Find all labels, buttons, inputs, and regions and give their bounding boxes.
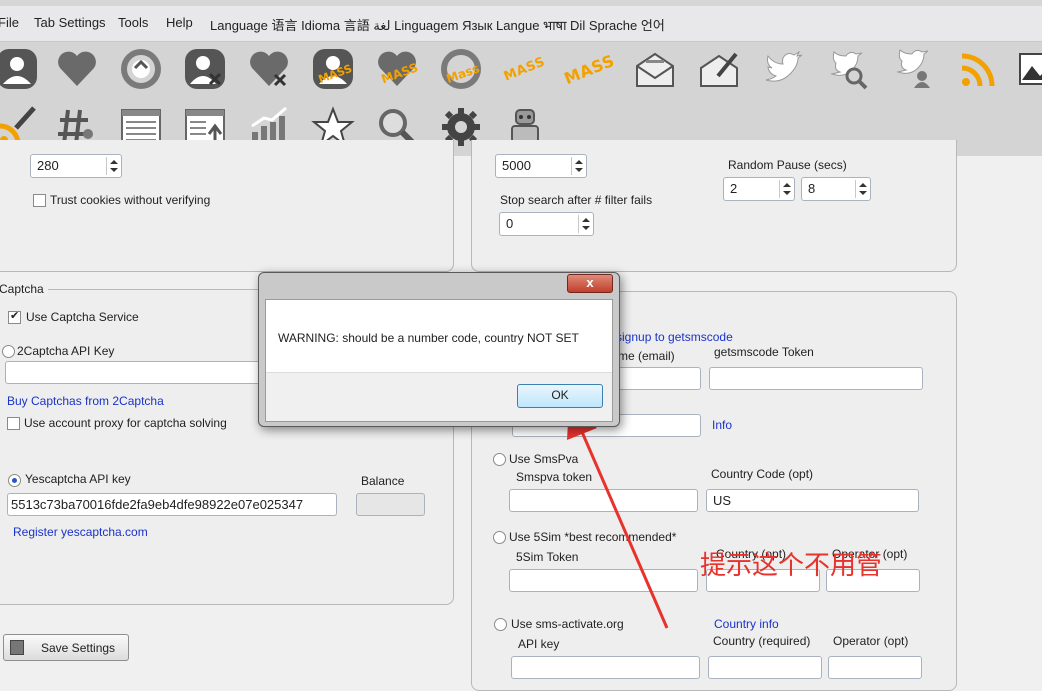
trust-cookies-label: Trust cookies without verifying (50, 193, 211, 207)
warning-dialog: x WARNING: should be a number code, coun… (258, 272, 620, 427)
use-captcha-service-checkbox[interactable] (8, 309, 21, 324)
captcha-group-label: Captcha (0, 282, 48, 296)
spin-arrows-icon[interactable] (106, 157, 119, 175)
twocaptcha-radio[interactable] (2, 345, 15, 358)
smsactivate-label: Use sms-activate.org (511, 617, 624, 631)
user-remove-icon[interactable] (180, 44, 230, 94)
rss-icon[interactable] (954, 44, 1004, 94)
pause-min-stepper[interactable]: 2 (723, 177, 795, 201)
save-disk-icon (10, 640, 24, 655)
mail-open-icon[interactable] (630, 44, 680, 94)
getsmscode-username-input[interactable] (614, 367, 701, 390)
heart-icon[interactable] (52, 44, 102, 94)
stop-search-label: Stop search after # filter fails (500, 193, 653, 207)
menu-tab-settings[interactable]: Tab Settings (34, 15, 106, 30)
country-code-label: Country Code (opt) (711, 467, 814, 481)
operator-label: Operator (opt) (833, 634, 909, 648)
mass-user-icon[interactable]: MASS (308, 44, 358, 94)
pause-max-stepper[interactable]: 8 (801, 177, 871, 201)
fivesim-label: Use 5Sim *best recommended* (509, 530, 677, 544)
user-icon[interactable] (0, 44, 42, 94)
country-info-link[interactable]: Country info (714, 617, 779, 631)
twitter-bird-icon[interactable] (758, 44, 808, 94)
window-top-strip (0, 0, 1042, 6)
getsmscode-token-input[interactable] (709, 367, 923, 390)
annotation-text: 提示这个不用管 (700, 551, 883, 581)
fivesim-token-label: 5Sim Token (516, 550, 579, 564)
fivesim-token-input[interactable] (509, 569, 698, 592)
smspva-label: Use SmsPva (509, 452, 579, 466)
api-key-label: API key (518, 637, 560, 651)
twocaptcha-api-key-input[interactable] (5, 361, 265, 384)
spin-arrows-icon[interactable] (578, 215, 591, 233)
smsactivate-api-key-input[interactable] (511, 656, 700, 679)
spin-arrows-icon[interactable] (571, 157, 584, 175)
trust-cookies-checkbox[interactable] (33, 194, 46, 207)
smspva-radio[interactable] (493, 453, 506, 466)
retweet-icon[interactable] (116, 44, 166, 94)
menu-help[interactable]: Help (166, 15, 193, 30)
ok-button[interactable]: OK (517, 384, 603, 408)
number-stepper-value: 280 (37, 158, 59, 173)
use-proxy-checkbox[interactable] (7, 417, 20, 430)
spin-arrows-icon[interactable] (855, 180, 868, 198)
number-stepper[interactable]: 280 (30, 154, 122, 178)
twocaptcha-label: 2Captcha API Key (17, 344, 115, 358)
country-required-label: Country (required) (713, 634, 811, 648)
mass-label: MASS (561, 50, 617, 88)
getsmscode-username-label: me (email) (618, 349, 675, 363)
use-proxy-label: Use account proxy for captcha solving (24, 416, 227, 430)
smspva-token-label: Smspva token (516, 470, 593, 484)
dialog-body: WARNING: should be a number code, countr… (265, 299, 613, 422)
spin-arrows-icon[interactable] (779, 180, 792, 198)
register-yescaptcha-link[interactable]: Register yescaptcha.com (13, 525, 148, 539)
mass-heart-icon[interactable]: MASS (372, 44, 422, 94)
yescaptcha-radio[interactable] (8, 474, 21, 487)
yescaptcha-api-key-input[interactable]: 5513c73ba70016fde2fa9eb4dfe98922e07e0253… (7, 493, 337, 516)
random-pause-label: Random Pause (secs) (728, 158, 847, 172)
menu-file[interactable]: File (0, 15, 19, 30)
info-link[interactable]: Info (712, 418, 732, 432)
use-captcha-service-label: Use Captcha Service (26, 310, 139, 324)
mass-retweet-icon[interactable]: Mass (436, 44, 486, 94)
yescaptcha-label: Yescaptcha API key (25, 472, 131, 486)
stop-search-stepper[interactable]: 0 (499, 212, 594, 236)
max-results-stepper[interactable]: 5000 (495, 154, 587, 178)
dialog-footer: OK (266, 372, 612, 421)
dialog-close-button[interactable]: x (567, 274, 613, 293)
mail-edit-icon[interactable] (694, 44, 744, 94)
fivesim-radio[interactable] (493, 531, 506, 544)
max-results-value: 5000 (502, 158, 531, 173)
country-code-input[interactable]: US (706, 489, 919, 512)
mass-follow-button[interactable]: MASS (561, 44, 617, 94)
heart-remove-icon[interactable] (244, 44, 294, 94)
stop-search-value: 0 (506, 216, 514, 231)
menu-tools[interactable]: Tools (118, 15, 148, 30)
twitter-search-icon[interactable] (824, 44, 874, 94)
mass-like-button[interactable]: MASS (500, 44, 550, 94)
twitter-users-icon[interactable] (890, 44, 940, 94)
menu-bar: File Tab Settings Tools Help Language 语言… (0, 0, 1042, 42)
menu-language[interactable]: Language 语言 Idioma 言語 لغة Linguagem Язык… (210, 15, 665, 34)
save-settings-label: Save Settings (41, 641, 116, 655)
smsactivate-radio[interactable] (494, 618, 507, 631)
smsactivate-operator-input[interactable] (828, 656, 922, 679)
pause-max-value: 8 (808, 181, 816, 196)
dialog-message: WARNING: should be a number code, countr… (278, 331, 579, 345)
mass-label: MASS (502, 53, 548, 85)
toolbar: MASS MASS Mass MASS MASS (0, 42, 1042, 156)
save-settings-button[interactable]: Save Settings (3, 634, 129, 661)
balance-label: Balance (361, 474, 405, 488)
buy-captchas-link[interactable]: Buy Captchas from 2Captcha (7, 394, 164, 408)
smspva-token-input[interactable] (509, 489, 698, 512)
pause-min-value: 2 (730, 181, 738, 196)
getsmscode-token-label: getsmscode Token (714, 345, 814, 359)
signup-getsmscode-link[interactable]: signup to getsmscode (616, 330, 733, 344)
smsactivate-country-input[interactable] (708, 656, 822, 679)
image-icon[interactable] (1012, 44, 1042, 94)
balance-field (356, 493, 425, 516)
